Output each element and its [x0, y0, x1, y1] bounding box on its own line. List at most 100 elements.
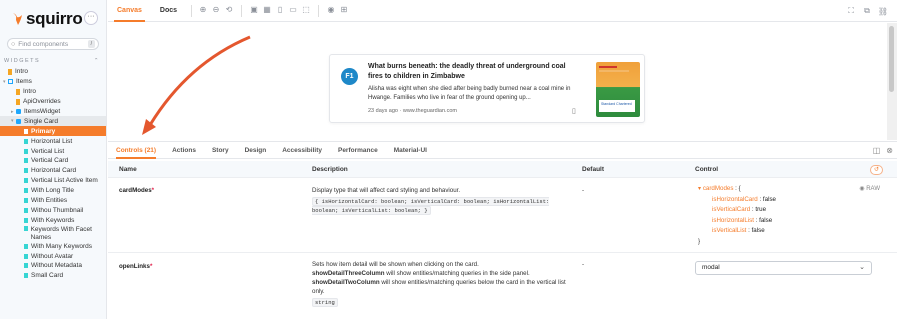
story-icon [24, 243, 28, 249]
field-value[interactable]: true [755, 206, 766, 213]
section-header[interactable]: WIDGETS ⌃ [4, 58, 100, 64]
copy-link-icon[interactable]: ⛓ [877, 7, 889, 16]
field-value[interactable]: false [752, 227, 765, 234]
accessibility-icon[interactable]: ◉ [325, 5, 337, 17]
sidebar-item-label: With Keywords [31, 216, 75, 224]
search-input[interactable] [18, 40, 88, 48]
comp-icon [16, 109, 21, 114]
brand-logo[interactable]: squirro [12, 9, 83, 29]
sidebar-item[interactable]: Without Avatar [0, 251, 106, 261]
header-name: Name [119, 166, 137, 173]
panel-tab[interactable]: Design [237, 142, 275, 159]
zoom-in-icon[interactable]: ⊕ [197, 5, 209, 17]
sidebar-item[interactable]: Vertical Card [0, 156, 106, 166]
object-key-label: cardModes [702, 185, 734, 192]
grid-icon[interactable]: ▦ [261, 5, 273, 17]
story-icon [23, 226, 28, 232]
panel-layout-icon[interactable]: ◫ [873, 146, 881, 155]
scrollbar-thumb[interactable] [889, 26, 894, 92]
sidebar-item[interactable]: Primary [0, 126, 106, 137]
card-title[interactable]: What burns beneath: the deadly threat of… [368, 62, 578, 82]
sidebar-item[interactable]: ▾ Single Card [0, 116, 106, 127]
field-key: isVerticalList [712, 227, 747, 234]
sidebar-item[interactable]: Small Card [0, 271, 106, 281]
crosshair-icon[interactable]: ⊞ [338, 5, 350, 17]
zoom-reset-icon[interactable]: ⟲ [223, 5, 235, 17]
sidebar-item[interactable]: Intro [0, 87, 106, 97]
squirro-logo-icon [13, 13, 22, 25]
panel-tab[interactable]: Controls (21) [108, 142, 164, 159]
sidebar-item[interactable]: ▾ Items [0, 77, 106, 87]
more-options-button[interactable]: ··· [84, 11, 98, 25]
measure-icon[interactable]: ▭ [287, 5, 299, 17]
collapse-icon[interactable]: ⌃ [94, 58, 100, 64]
sidebar-item[interactable]: With Long Title [0, 186, 106, 196]
sidebar-item[interactable]: ApiOverrides [0, 97, 106, 107]
sidebar-item[interactable]: Withou Thumbnail [0, 205, 106, 215]
story-icon [24, 217, 28, 223]
tab-docs[interactable]: Docs [151, 0, 186, 22]
thumbnail-subhead-bar [599, 70, 629, 72]
raw-toggle[interactable]: ◉ RAW [859, 185, 880, 192]
reset-controls-button[interactable]: ↺ [870, 165, 883, 175]
field-value[interactable]: false [763, 196, 776, 203]
object-field[interactable]: isVerticalList : false [712, 226, 776, 237]
sidebar-item[interactable]: Intro [0, 67, 106, 77]
bookmark-icon[interactable]: ▯ [572, 107, 576, 115]
news-card[interactable]: F1 What burns beneath: the deadly threat… [329, 54, 645, 123]
prop-name-text: cardModes [119, 187, 152, 194]
sidebar-item[interactable]: With Many Keywords [0, 241, 106, 251]
panel-tab[interactable]: Material-UI [386, 142, 435, 159]
object-field[interactable]: isHorizontalList : false [712, 216, 776, 227]
viewport-icon[interactable]: ▯ [274, 5, 286, 17]
search-box[interactable]: ○ / [7, 38, 99, 50]
outline-icon[interactable]: ⬚ [300, 5, 312, 17]
sidebar-item[interactable]: Horizontal Card [0, 166, 106, 176]
panel-tab[interactable]: Accessibility [274, 142, 330, 159]
fullscreen-icon[interactable]: ⛶ [845, 6, 857, 16]
panel-right-icons: ◫ ⊗ [873, 142, 893, 159]
object-key[interactable]: ▾ cardModes [698, 185, 733, 192]
close-panel-icon[interactable]: ⊗ [886, 146, 893, 155]
grid-icon [8, 79, 13, 85]
desc-bold: showDetailTwoColumn [312, 279, 380, 286]
sidebar-item[interactable]: Vertical List [0, 146, 106, 156]
sidebar-item[interactable]: With Entities [0, 196, 106, 206]
sidebar-item[interactable]: Without Metadata [0, 261, 106, 271]
sidebar-item-label: Primary [31, 127, 56, 135]
new-tab-icon[interactable]: ⧉ [861, 6, 873, 16]
object-field[interactable]: isHorizontalCard : false [712, 195, 776, 206]
canvas-scrollbar[interactable] [887, 23, 897, 140]
object-control[interactable]: ▾ cardModes : { isHorizontalCard : false… [698, 184, 776, 247]
sidebar-item[interactable]: ▸ ItemsWidget [0, 107, 106, 117]
panel-tab[interactable]: Story [204, 142, 237, 159]
sidebar-item[interactable]: With Keywords [0, 215, 106, 225]
sidebar-item[interactable]: Vertical List Active Item [0, 176, 106, 186]
sidebar: squirro ··· ○ / WIDGETS ⌃ Intro▾ItemsInt… [0, 0, 107, 319]
canvas: F1 What burns beneath: the deadly threat… [108, 23, 897, 140]
doc-icon [16, 98, 20, 105]
prop-name: cardModes* [119, 186, 154, 195]
sidebar-item-label: With Long Title [31, 187, 74, 195]
sidebar-item[interactable]: Horizontal List [0, 136, 106, 146]
sidebar-item[interactable]: Keywords With Facet Names [0, 225, 106, 241]
open-links-select[interactable]: modal ⌄ [695, 261, 872, 275]
prop-default: - [582, 261, 585, 268]
field-value[interactable]: false [759, 217, 772, 224]
table-row: cardModes* Display type that will affect… [108, 179, 897, 253]
sidebar-item-label: Intro [23, 88, 37, 96]
sidebar-item-label: Without Metadata [31, 262, 82, 270]
doc-icon [16, 88, 20, 95]
story-icon [24, 178, 28, 184]
zoom-out-icon[interactable]: ⊖ [210, 5, 222, 17]
prop-description: Display type that will affect card styli… [312, 187, 461, 194]
brand-name: squirro [26, 9, 83, 28]
background-icon[interactable]: ▣ [248, 5, 260, 17]
story-icon [24, 273, 28, 279]
object-field[interactable]: isVerticalCard : true [712, 205, 776, 216]
panel-tab[interactable]: Performance [330, 142, 386, 159]
panel-tab[interactable]: Actions [164, 142, 204, 159]
toolbar-tabs: Canvas Docs [108, 0, 186, 22]
tab-canvas[interactable]: Canvas [108, 0, 151, 22]
select-value: modal [702, 264, 720, 271]
